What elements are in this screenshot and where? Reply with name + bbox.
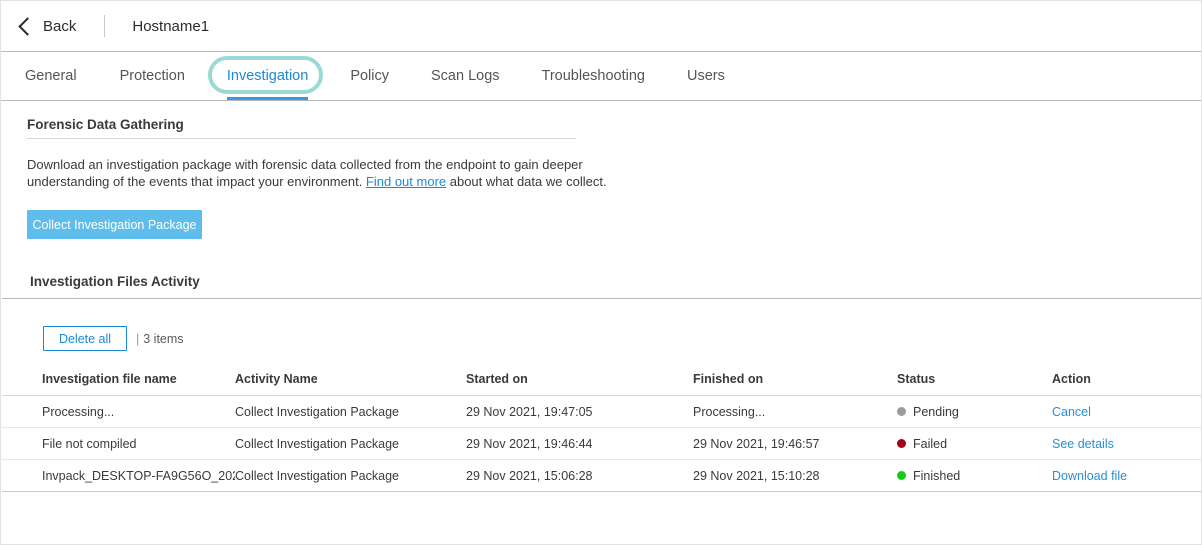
status-dot-icon [897,439,906,448]
cell-finished-on: 29 Nov 2021, 19:46:57 [693,437,897,451]
column-header-status: Status [897,372,1052,386]
tab-label: Investigation [227,68,308,84]
column-header-action: Action [1052,372,1161,386]
activity-section-divider [2,298,1201,299]
forensic-section-divider [27,138,576,139]
status-label: Failed [913,437,947,451]
row-action-see-details[interactable]: See details [1052,437,1161,451]
cell-started-on: 29 Nov 2021, 19:47:05 [466,405,693,419]
page-title: Hostname1 [132,18,209,35]
status-badge: Pending [897,405,1052,419]
tab-active-underline [227,97,308,100]
items-count-value: 3 items [143,332,183,346]
cell-started-on: 29 Nov 2021, 15:06:28 [466,469,693,483]
status-badge: Failed [897,437,1052,451]
forensic-description: Download an investigation package with f… [27,157,607,190]
items-count-separator: | [136,332,139,346]
forensic-section-title: Forensic Data Gathering [27,117,184,132]
forensic-description-text-2: about what data we collect. [446,174,606,189]
activity-toolbar: Delete all | 3 items [43,326,184,351]
activity-section-title: Investigation Files Activity [30,274,200,289]
items-count-label: | 3 items [136,332,184,346]
status-dot-icon [897,407,906,416]
tab-label: General [25,68,77,84]
back-button[interactable]: Back [21,18,76,35]
status-label: Pending [913,405,959,419]
column-header-finished-on: Finished on [693,372,897,386]
row-action-cancel[interactable]: Cancel [1052,405,1161,419]
tab-label: Troubleshooting [542,68,645,84]
endpoint-details-page: Back Hostname1 General Protection Invest… [0,0,1202,545]
cell-activity: Collect Investigation Package [235,469,466,483]
tab-scan-logs[interactable]: Scan Logs [431,52,500,100]
cell-finished-on: Processing... [693,405,897,419]
page-header: Back Hostname1 [1,1,1201,52]
row-action-download-file[interactable]: Download file [1052,469,1161,483]
tab-bar: General Protection Investigation Policy … [1,52,1201,101]
header-divider [104,15,105,37]
cell-finished-on: 29 Nov 2021, 15:10:28 [693,469,897,483]
table-row[interactable]: Processing... Collect Investigation Pack… [2,396,1201,428]
table-row[interactable]: File not compiled Collect Investigation … [2,428,1201,460]
column-header-started-on: Started on [466,372,693,386]
collect-investigation-package-button[interactable]: Collect Investigation Package [27,210,202,239]
tab-label: Policy [350,68,389,84]
status-dot-icon [897,471,906,480]
investigation-files-table: Investigation file name Activity Name St… [2,363,1201,492]
column-header-file-name: Investigation file name [2,372,235,386]
chevron-left-icon [18,17,36,35]
status-label: Finished [913,469,960,483]
tab-label: Users [687,68,725,84]
cell-file-name: File not compiled [2,437,235,451]
find-out-more-link[interactable]: Find out more [366,174,446,189]
table-row[interactable]: Invpack_DESKTOP-FA9G56O_2021-11- Collect… [2,460,1201,492]
cell-activity: Collect Investigation Package [235,437,466,451]
cell-file-name: Invpack_DESKTOP-FA9G56O_2021-11- [2,469,235,483]
tab-users[interactable]: Users [687,52,725,100]
status-badge: Finished [897,469,1052,483]
column-header-activity: Activity Name [235,372,466,386]
cell-started-on: 29 Nov 2021, 19:46:44 [466,437,693,451]
tab-general[interactable]: General [25,52,77,100]
tab-protection[interactable]: Protection [120,52,185,100]
cell-activity: Collect Investigation Package [235,405,466,419]
table-header-row: Investigation file name Activity Name St… [2,363,1201,396]
tab-label: Scan Logs [431,68,500,84]
tab-policy[interactable]: Policy [350,52,389,100]
cell-file-name: Processing... [2,405,235,419]
back-button-label: Back [43,18,76,35]
tab-investigation[interactable]: Investigation [227,52,308,100]
delete-all-button[interactable]: Delete all [43,326,127,351]
tab-troubleshooting[interactable]: Troubleshooting [542,52,645,100]
tab-label: Protection [120,68,185,84]
